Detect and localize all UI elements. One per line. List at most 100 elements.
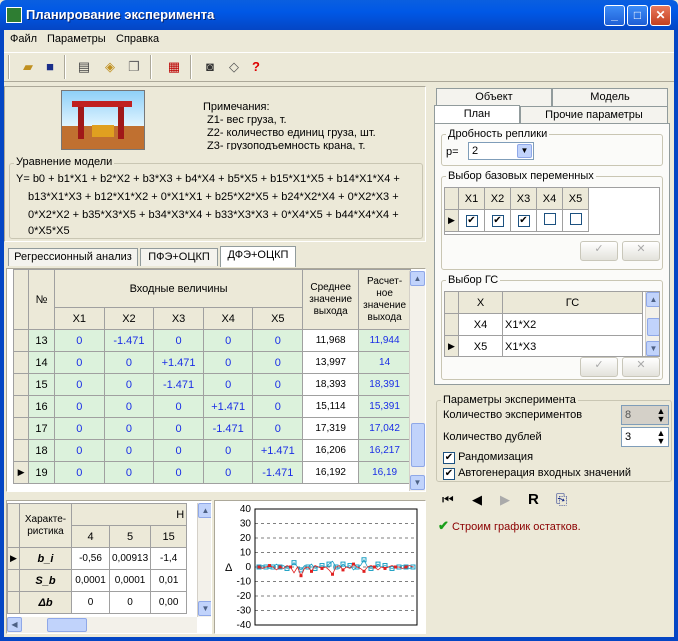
- input-cell[interactable]: 0: [53, 461, 105, 484]
- confirm-gs-button[interactable]: ✓: [580, 357, 618, 377]
- input-cell[interactable]: 0: [153, 395, 204, 418]
- gs-row[interactable]: X4 X1*X2: [445, 313, 643, 336]
- input-cell[interactable]: 0: [202, 329, 254, 352]
- export-result-icon[interactable]: ⎘: [556, 491, 567, 508]
- input-cell[interactable]: 0: [53, 439, 105, 462]
- base-var-cell[interactable]: ✔: [484, 209, 511, 232]
- input-cell[interactable]: 0: [103, 439, 155, 462]
- input-cell[interactable]: 0: [53, 417, 105, 440]
- input-cell[interactable]: -1.471: [153, 373, 204, 396]
- coef-row[interactable]: Δb 0 0 0,00: [7, 591, 188, 614]
- input-cell[interactable]: 0: [53, 373, 105, 396]
- exp-count-spinner[interactable]: 8 ▲ ▼: [621, 405, 669, 425]
- cancel-gs-button[interactable]: ✕: [622, 357, 660, 377]
- gs-cell[interactable]: X1*X2: [502, 313, 643, 336]
- input-cell[interactable]: 0: [153, 417, 204, 440]
- input-cell[interactable]: 0: [103, 351, 155, 374]
- print-icon[interactable]: ▤: [74, 57, 94, 77]
- input-cell[interactable]: 0: [153, 329, 204, 352]
- export-icon[interactable]: ◈: [100, 57, 120, 77]
- input-cell[interactable]: 0: [202, 373, 254, 396]
- scroll-up-icon[interactable]: ▲: [198, 503, 211, 518]
- scroll-down-icon[interactable]: ▼: [410, 475, 425, 490]
- input-cell[interactable]: +1.471: [153, 351, 204, 374]
- replica-select[interactable]: 2 ▼: [468, 142, 534, 160]
- camera-icon[interactable]: ◙: [200, 57, 220, 77]
- input-cell[interactable]: 0: [53, 395, 105, 418]
- scroll-up-icon[interactable]: ▲: [646, 292, 659, 307]
- autogen-checkbox[interactable]: ✔ Автогенерация входных значений: [443, 467, 631, 480]
- coef-vscrollbar[interactable]: ▲ ▼: [197, 503, 211, 617]
- tab-plan[interactable]: План: [434, 105, 520, 123]
- open-icon[interactable]: ▰: [18, 57, 38, 77]
- calculator-icon[interactable]: ▦: [164, 57, 184, 77]
- input-cell[interactable]: -1.471: [252, 461, 304, 484]
- input-cell[interactable]: 0: [103, 373, 155, 396]
- mean-output-cell[interactable]: 15,114: [302, 395, 360, 418]
- cancel-base-button[interactable]: ✕: [622, 241, 660, 261]
- input-cell[interactable]: 0: [103, 395, 155, 418]
- gs-cell[interactable]: X1*X3: [502, 335, 643, 356]
- gs-row[interactable]: ▶ X5 X1*X3: [445, 335, 643, 356]
- mean-output-cell[interactable]: 16,192: [302, 461, 360, 484]
- help-icon[interactable]: ?: [246, 57, 266, 77]
- coef-row[interactable]: S_b 0,0001 0,0001 0,01: [7, 569, 188, 592]
- tab-other-params[interactable]: Прочие параметры: [520, 106, 668, 124]
- mean-output-cell[interactable]: 11,968: [302, 329, 360, 352]
- input-cell[interactable]: 0: [53, 329, 105, 352]
- table-row[interactable]: 16 0 0 0 +1.471 0 15,114 15,391: [12, 395, 411, 418]
- coef-row[interactable]: ▶ b_i -0,56 0,00913 -1,4: [7, 547, 188, 570]
- book-icon[interactable]: ◇: [224, 57, 244, 77]
- tab-dfe[interactable]: ДФЭ+ОЦКП: [220, 246, 296, 267]
- input-cell[interactable]: 0: [53, 351, 105, 374]
- copy-icon[interactable]: ❐: [124, 57, 144, 77]
- close-button[interactable]: ✕: [650, 5, 671, 26]
- tab-model[interactable]: Модель: [552, 88, 668, 106]
- input-cell[interactable]: +1.471: [202, 395, 254, 418]
- input-cell[interactable]: 0: [252, 417, 304, 440]
- scroll-up-icon[interactable]: ▲: [410, 271, 425, 286]
- table-row[interactable]: 13 0 -1.471 0 0 0 11,968 11,944: [12, 329, 411, 352]
- r-button[interactable]: R: [528, 491, 539, 508]
- menu-help[interactable]: Справка: [116, 33, 159, 45]
- scroll-left-icon[interactable]: ◀: [7, 617, 22, 632]
- save-icon[interactable]: ■: [40, 57, 60, 77]
- input-cell[interactable]: 0: [202, 351, 254, 374]
- check-icon[interactable]: ✔: [443, 452, 455, 464]
- mean-output-cell[interactable]: 17,319: [302, 417, 360, 440]
- table-row[interactable]: ▶ 19 0 0 0 0 -1.471 16,192 16,19: [12, 461, 411, 484]
- input-cell[interactable]: 0: [153, 439, 204, 462]
- checked-box-icon[interactable]: ✔: [465, 215, 478, 227]
- gs-x-cell[interactable]: X4: [458, 313, 503, 336]
- menu-parameters[interactable]: Параметры: [47, 33, 106, 45]
- hscroll-thumb[interactable]: [47, 618, 87, 632]
- gs-x-cell[interactable]: X5: [458, 335, 503, 356]
- input-cell[interactable]: 0: [153, 461, 204, 484]
- input-cell[interactable]: 0: [252, 351, 304, 374]
- check-icon[interactable]: ✔: [443, 468, 455, 480]
- base-var-cell[interactable]: [562, 209, 589, 232]
- table-scrollbar[interactable]: ▲ ▼: [409, 271, 425, 491]
- input-cell[interactable]: 0: [252, 373, 304, 396]
- scroll-thumb[interactable]: [411, 423, 425, 467]
- mean-output-cell[interactable]: 13,997: [302, 351, 360, 374]
- table-row[interactable]: 15 0 0 -1.471 0 0 18,393 18,391: [12, 373, 411, 396]
- spin-arrows-icon[interactable]: ▲ ▼: [654, 407, 668, 424]
- tab-object[interactable]: Объект: [436, 88, 552, 106]
- prev-icon[interactable]: ◀: [472, 492, 482, 508]
- unchecked-box-icon[interactable]: [569, 213, 582, 225]
- table-row[interactable]: 18 0 0 0 0 +1.471 16,206 16,217: [12, 439, 411, 462]
- randomization-checkbox[interactable]: ✔ Рандомизация: [443, 451, 533, 464]
- tab-regression[interactable]: Регрессионный анализ: [8, 248, 138, 266]
- mean-output-cell[interactable]: 16,206: [302, 439, 360, 462]
- input-cell[interactable]: -1.471: [202, 417, 254, 440]
- table-row[interactable]: 14 0 0 +1.471 0 0 13,997 14: [12, 351, 411, 374]
- input-cell[interactable]: 0: [202, 461, 254, 484]
- base-var-cell[interactable]: ✔: [458, 209, 485, 232]
- input-cell[interactable]: 0: [103, 417, 155, 440]
- checked-box-icon[interactable]: ✔: [491, 215, 504, 227]
- dup-count-spinner[interactable]: 3 ▲ ▼: [621, 427, 669, 447]
- table-row[interactable]: 17 0 0 0 -1.471 0 17,319 17,042: [12, 417, 411, 440]
- minimize-button[interactable]: _: [604, 5, 625, 26]
- input-cell[interactable]: 0: [252, 329, 304, 352]
